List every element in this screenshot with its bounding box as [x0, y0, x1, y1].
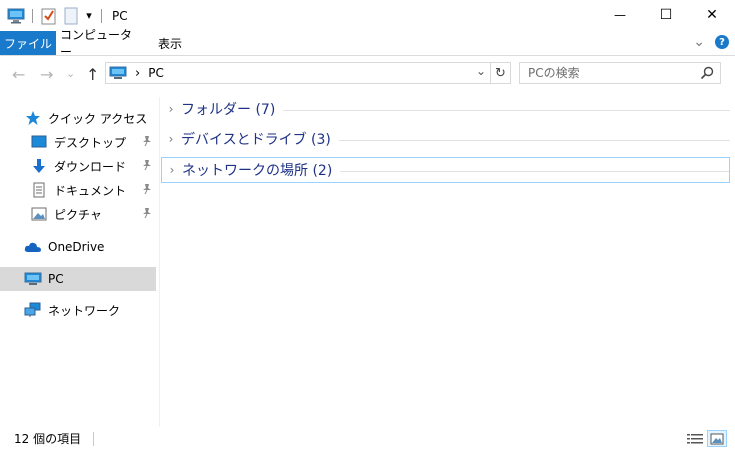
pc-icon [24, 270, 42, 288]
back-button[interactable]: ← [12, 65, 25, 84]
breadcrumb[interactable]: PC [148, 66, 164, 80]
large-icons-view-button[interactable] [707, 430, 727, 447]
navigation-pane: クイック アクセス デスクトップ ダウンロード ドキュメント ピクチャ OneD [0, 97, 160, 427]
ribbon-right-controls: ⌄ ? [693, 35, 729, 49]
group-label: デバイスとドライブ (3) [181, 132, 331, 148]
up-button[interactable]: ↑ [86, 65, 99, 84]
search-box [519, 62, 721, 84]
tab-computer[interactable]: コンピューター [60, 28, 138, 59]
group-label: ネットワークの場所 (2) [182, 163, 333, 179]
tab-view[interactable]: 表示 [148, 31, 192, 55]
group-header-devices[interactable]: › デバイスとドライブ (3) [161, 127, 730, 151]
details-view-button[interactable] [685, 430, 705, 447]
sidebar-item-documents[interactable]: ドキュメント [0, 178, 156, 202]
sidebar-item-onedrive[interactable]: OneDrive [0, 235, 156, 259]
tab-file[interactable]: ファイル [0, 31, 56, 55]
properties-icon[interactable] [39, 6, 59, 26]
status-bar: 12 個の項目 [0, 427, 735, 450]
window-controls: — ☐ ✕ [597, 0, 735, 30]
maximize-button[interactable]: ☐ [643, 0, 689, 30]
sidebar-item-label: ネットワーク [48, 303, 121, 318]
view-switcher [683, 430, 727, 447]
group-label: フォルダー (7) [181, 102, 276, 118]
sidebar-item-label: ピクチャ [54, 207, 102, 222]
sidebar-item-network[interactable]: ネットワーク [0, 298, 156, 322]
sidebar-item-desktop[interactable]: デスクトップ [0, 130, 156, 154]
address-dropdown-icon[interactable]: ⌄ [476, 64, 486, 78]
minimize-icon: — [614, 8, 626, 22]
pin-icon[interactable] [142, 159, 152, 174]
pc-icon [109, 66, 127, 80]
recent-locations-button[interactable]: ⌄ [66, 67, 75, 80]
sidebar-item-pictures[interactable]: ピクチャ [0, 202, 156, 226]
refresh-button[interactable]: ↻ [490, 63, 510, 83]
sidebar-item-label: ダウンロード [54, 159, 127, 174]
search-icon[interactable] [700, 66, 714, 80]
sidebar-item-quick-access[interactable]: クイック アクセス [0, 106, 156, 130]
sidebar-item-label: クイック アクセス [48, 111, 148, 126]
forward-button[interactable]: → [40, 65, 53, 84]
status-separator [93, 431, 95, 446]
network-icon [24, 301, 42, 319]
window-title: PC [112, 8, 128, 23]
sidebar-item-label: OneDrive [48, 240, 105, 254]
pin-icon[interactable] [142, 183, 152, 198]
group-divider [340, 170, 729, 172]
help-icon[interactable]: ? [715, 35, 729, 49]
group-divider [338, 139, 730, 141]
search-input[interactable] [528, 66, 698, 80]
document-icon [30, 181, 48, 199]
ribbon: ファイル コンピューター 表示 ⌄ ? [0, 28, 735, 59]
group-header-folders[interactable]: › フォルダー (7) [161, 97, 730, 121]
desktop-icon [30, 133, 48, 151]
download-icon [30, 157, 48, 175]
star-icon [24, 109, 42, 127]
sidebar-item-downloads[interactable]: ダウンロード [0, 154, 156, 178]
chevron-right-icon[interactable]: › [161, 102, 181, 116]
large-icons-view-icon [710, 433, 724, 444]
chevron-right-icon[interactable]: › [161, 132, 181, 146]
sidebar-item-label: PC [48, 272, 64, 286]
sidebar-item-label: デスクトップ [54, 135, 127, 150]
new-folder-icon[interactable] [61, 6, 81, 26]
breadcrumb-separator[interactable]: › [135, 66, 140, 81]
pictures-icon [30, 205, 48, 223]
customize-toolbar-icon[interactable]: ▾ [83, 6, 95, 26]
toolbar-separator [32, 8, 33, 23]
minimize-button[interactable]: — [597, 0, 643, 30]
sidebar-item-label: ドキュメント [54, 183, 127, 198]
close-icon: ✕ [706, 7, 718, 23]
chevron-right-icon[interactable]: › [162, 163, 182, 177]
item-count: 12 個の項目 [14, 432, 82, 446]
sidebar-item-pc[interactable]: PC [0, 267, 156, 291]
pane-splitter[interactable] [159, 97, 160, 427]
toolbar-separator [101, 8, 102, 23]
pc-icon[interactable] [6, 6, 26, 26]
details-view-icon [687, 433, 703, 443]
maximize-icon: ☐ [659, 7, 673, 23]
pin-icon[interactable] [142, 207, 152, 222]
group-divider [283, 109, 730, 111]
close-button[interactable]: ✕ [689, 0, 735, 30]
address-bar[interactable]: › PC ⌄ ↻ [105, 62, 511, 84]
expand-ribbon-icon[interactable]: ⌄ [693, 35, 705, 49]
group-header-network-locations[interactable]: › ネットワークの場所 (2) [161, 157, 730, 183]
pin-icon[interactable] [142, 135, 152, 150]
cloud-icon [24, 238, 42, 256]
